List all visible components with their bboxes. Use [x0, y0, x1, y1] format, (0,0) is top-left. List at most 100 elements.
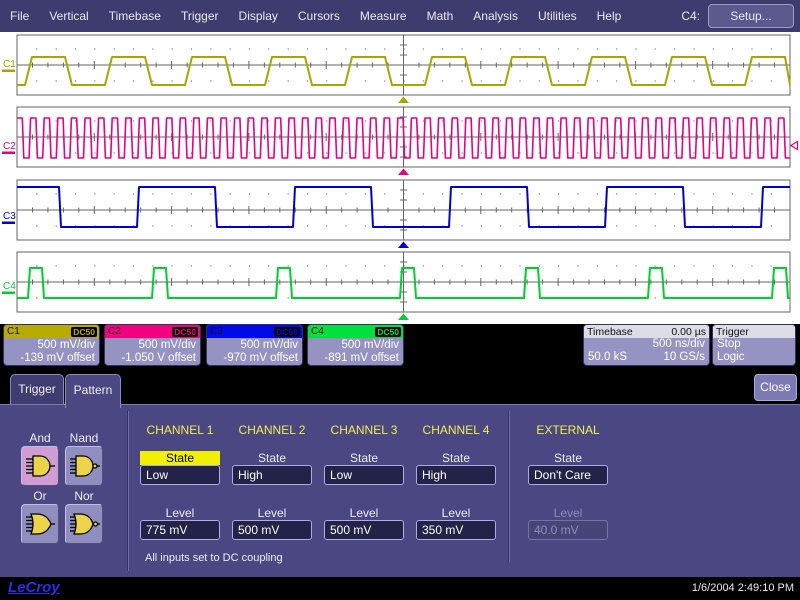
- state-field[interactable]: Low: [324, 465, 404, 485]
- column-title: CHANNEL 2: [232, 423, 312, 437]
- channel-label: C3: [210, 326, 223, 337]
- trigger-time-marker-c4[interactable]: [398, 314, 409, 321]
- scope-grids: C1C2C3C4: [0, 32, 800, 324]
- menu-analysis[interactable]: Analysis: [473, 9, 518, 23]
- nand-gate-icon: [68, 453, 100, 479]
- nor-gate-button[interactable]: [65, 504, 103, 544]
- channel-label: C1: [7, 326, 20, 337]
- pattern-panel: And Nand Or Nor: [0, 404, 800, 577]
- trigger-dialog: Trigger Pattern Close And Nand Or No: [0, 366, 800, 577]
- tab-trigger[interactable]: Trigger: [10, 374, 64, 404]
- level-label-disabled: Level: [528, 506, 608, 520]
- level-field[interactable]: 775 mV: [140, 520, 220, 540]
- menu-display[interactable]: Display: [239, 9, 278, 23]
- state-field[interactable]: High: [232, 465, 312, 485]
- level-label: Level: [140, 506, 220, 520]
- channel-header: C1 DC50: [4, 325, 99, 338]
- menu-help[interactable]: Help: [597, 9, 622, 23]
- grid-channel-label: C2: [3, 141, 16, 152]
- descriptor-strip: C1 DC50 500 mV/div -139 mV offset C2 DC5…: [0, 324, 800, 368]
- grid-channel-label: C4: [3, 281, 16, 292]
- level-field[interactable]: 500 mV: [232, 520, 312, 540]
- state-field[interactable]: Low: [140, 465, 220, 485]
- grid-channel-label: C3: [3, 211, 16, 222]
- setup-button[interactable]: Setup...: [708, 4, 794, 28]
- state-field[interactable]: High: [416, 465, 496, 485]
- offset-value: -891 mV offset: [308, 352, 399, 365]
- state-label: State: [528, 451, 608, 465]
- volts-per-div: 500 mV/div: [4, 339, 95, 352]
- menu-file[interactable]: File: [10, 9, 29, 23]
- state-label-selected: State: [140, 451, 220, 465]
- or-gate-button[interactable]: [21, 504, 59, 544]
- status-bar: LeCroy 1/6/2004 2:49:10 PM: [0, 577, 800, 600]
- trigger-mode: Stop: [713, 338, 795, 351]
- timebase-position: 0.00 µs: [671, 326, 706, 338]
- channel-descriptor-c1[interactable]: C1 DC50 500 mV/div -139 mV offset: [3, 324, 100, 366]
- level-label: Level: [416, 506, 496, 520]
- volts-per-div: 500 mV/div: [105, 339, 196, 352]
- coupling-note: All inputs set to DC coupling: [145, 552, 283, 564]
- column-title: CHANNEL 1: [140, 423, 220, 437]
- menu-math[interactable]: Math: [427, 9, 454, 23]
- level-label: Level: [232, 506, 312, 520]
- nand-gate-button[interactable]: [65, 446, 103, 486]
- channel-header: C3 DC50: [207, 325, 302, 338]
- trigger-time-marker-c1[interactable]: [398, 97, 409, 104]
- or-label: Or: [21, 489, 59, 503]
- and-gate-icon: [24, 453, 56, 479]
- timebase-descriptor[interactable]: Timebase 0.00 µs 500 ns/div 50.0 kS 10 G…: [583, 324, 710, 366]
- volts-per-div: 500 mV/div: [308, 339, 399, 352]
- volts-per-div: 500 mV/div: [207, 339, 298, 352]
- level-field[interactable]: 500 mV: [324, 520, 404, 540]
- coupling-badge: DC50: [71, 327, 97, 337]
- tab-pattern[interactable]: Pattern: [65, 374, 121, 408]
- menu-cursors[interactable]: Cursors: [298, 9, 340, 23]
- level-field-disabled: 40.0 mV: [528, 520, 608, 540]
- menu-timebase[interactable]: Timebase: [109, 9, 161, 23]
- divider-external: [508, 411, 510, 563]
- state-label: State: [232, 451, 312, 465]
- offset-value: -970 mV offset: [207, 352, 298, 365]
- coupling-badge: DC50: [172, 327, 198, 337]
- close-button[interactable]: Close: [754, 374, 797, 401]
- waveform-display[interactable]: C1C2C3C4: [0, 32, 800, 324]
- trigger-descriptor[interactable]: Trigger Stop Logic: [712, 324, 796, 366]
- sample-count: 50.0 kS: [588, 351, 627, 364]
- channel-descriptor-c2[interactable]: C2 DC50 500 mV/div -1.050 V offset: [104, 324, 201, 366]
- level-label: Level: [324, 506, 404, 520]
- menu-trigger[interactable]: Trigger: [181, 9, 219, 23]
- menu-bar: File Vertical Timebase Trigger Display C…: [0, 0, 800, 32]
- time-per-div: 500 ns/div: [653, 338, 705, 351]
- channel-descriptor-c4[interactable]: C4 DC50 500 mV/div -891 mV offset: [307, 324, 404, 366]
- divider-gates: [127, 411, 129, 571]
- menu-utilities[interactable]: Utilities: [538, 9, 577, 23]
- timebase-title: Timebase: [587, 326, 633, 338]
- trigger-time-marker-c2[interactable]: [398, 169, 409, 176]
- active-channel-indicator: C4:: [681, 0, 700, 32]
- trigger-time-marker-c3[interactable]: [398, 242, 409, 249]
- trigger-title: Trigger: [716, 326, 749, 338]
- channel-header: C4 DC50: [308, 325, 403, 338]
- coupling-badge: DC50: [375, 327, 401, 337]
- channel-descriptor-c3[interactable]: C3 DC50 500 mV/div -970 mV offset: [206, 324, 303, 366]
- coupling-badge: DC50: [274, 327, 300, 337]
- channel-header: C2 DC50: [105, 325, 200, 338]
- trigger-level-marker-c2[interactable]: [791, 142, 798, 150]
- menu-vertical[interactable]: Vertical: [49, 9, 88, 23]
- level-field[interactable]: 350 mV: [416, 520, 496, 540]
- column-title: CHANNEL 3: [324, 423, 404, 437]
- offset-value: -139 mV offset: [4, 352, 95, 365]
- state-label: State: [416, 451, 496, 465]
- menu-measure[interactable]: Measure: [360, 9, 407, 23]
- or-gate-icon: [24, 511, 56, 537]
- offset-value: -1.050 V offset: [105, 352, 196, 365]
- and-gate-button[interactable]: [21, 446, 59, 486]
- nor-gate-icon: [68, 511, 100, 537]
- state-field[interactable]: Don't Care: [528, 465, 608, 485]
- trigger-type: Logic: [713, 351, 795, 364]
- nor-label: Nor: [65, 489, 103, 503]
- column-title: CHANNEL 4: [416, 423, 496, 437]
- and-label: And: [21, 431, 59, 445]
- channel-label: C4: [311, 326, 324, 337]
